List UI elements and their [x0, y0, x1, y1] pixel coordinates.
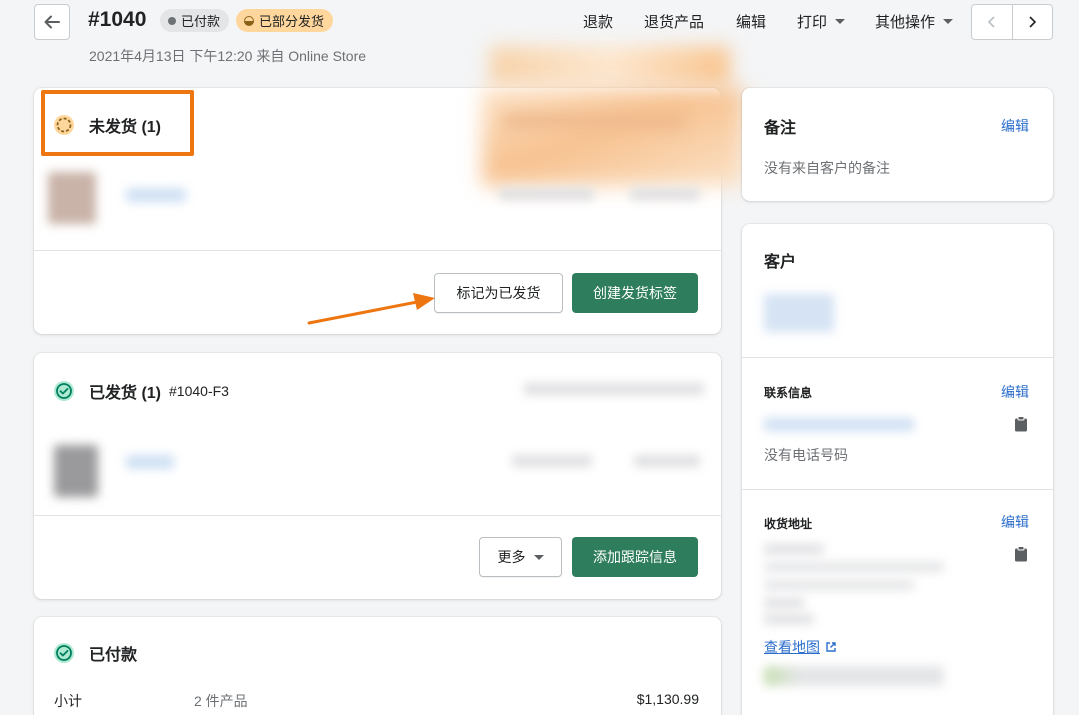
external-link-icon: [826, 642, 836, 652]
address-redacted: [764, 598, 804, 608]
refund-action[interactable]: 退款: [583, 11, 613, 32]
address-redacted: [764, 544, 824, 554]
product-price-redacted: [512, 455, 592, 467]
fulfilled-title: 已发货 (1) #1040-F3: [53, 379, 229, 403]
product-total-redacted: [634, 455, 700, 467]
address-redacted: [764, 562, 944, 572]
subtotal-amount: $1,130.99: [636, 691, 699, 707]
address-redacted: [764, 580, 914, 590]
fulfilled-title-label: 已发货 (1): [89, 385, 162, 402]
half-circle-icon: [244, 15, 254, 26]
next-order-button[interactable]: [1013, 5, 1053, 39]
print-action[interactable]: 打印: [797, 11, 846, 32]
subtotal-items: 2 件产品: [194, 693, 248, 709]
address-redacted: [524, 383, 704, 395]
product-name-redacted: [126, 455, 174, 469]
redacted-region: [482, 88, 744, 186]
product-name-redacted: [126, 188, 186, 202]
customer-name-redacted: [764, 294, 834, 332]
more-dropdown-button[interactable]: 更多: [479, 537, 562, 577]
order-title: #1040: [88, 8, 147, 31]
mark-as-fulfilled-button[interactable]: 标记为已发货: [434, 273, 563, 313]
edit-action[interactable]: 编辑: [736, 11, 766, 32]
back-button[interactable]: [34, 4, 70, 40]
address-edit-link[interactable]: 编辑: [1001, 512, 1029, 532]
create-shipping-label-button[interactable]: 创建发货标签: [572, 273, 698, 313]
paid-card: 已付款 小计 2 件产品 $1,130.99: [34, 617, 721, 715]
product-thumbnail: [48, 172, 96, 224]
paid-status-label: 已付款: [181, 14, 221, 29]
more-actions-label: 其他操作: [875, 14, 936, 31]
address-redacted: [764, 614, 814, 624]
card-divider: [34, 515, 721, 516]
redacted-region: [490, 46, 730, 86]
fulfillment-id: #1040-F3: [169, 383, 229, 399]
product-total-redacted: [630, 188, 700, 200]
card-divider: [742, 357, 1053, 358]
print-label: 打印: [797, 14, 828, 31]
partial-fulfillment-label: 已部分发货: [259, 14, 325, 29]
caret-down-icon: [533, 554, 544, 560]
annotation-arrow-icon: [307, 293, 435, 325]
chevron-left-icon: [987, 16, 995, 28]
caret-down-icon: [943, 19, 954, 24]
arrow-left-icon: [44, 15, 60, 29]
notes-empty-text: 没有来自客户的备注: [764, 160, 890, 176]
notes-title: 备注: [764, 120, 797, 137]
paid-status-badge: 已付款: [160, 9, 230, 32]
customer-title: 客户: [764, 254, 797, 271]
notes-edit-link[interactable]: 编辑: [1001, 116, 1029, 136]
map-badge-redacted: [764, 666, 944, 686]
more-label: 更多: [497, 549, 526, 565]
product-thumbnail: [54, 445, 98, 497]
contact-title: 联系信息: [764, 386, 813, 400]
contact-edit-link[interactable]: 编辑: [1001, 382, 1029, 402]
caret-down-icon: [835, 19, 846, 24]
view-map-link[interactable]: 查看地图: [764, 637, 837, 657]
redacted-region: [504, 114, 684, 128]
previous-order-button[interactable]: [972, 5, 1013, 39]
highlight-box: [41, 90, 194, 156]
order-date-source: 2021年4月13日 下午12:20 来自 Online Store: [89, 48, 367, 64]
chevron-right-icon: [1029, 16, 1037, 28]
order-pager: [971, 4, 1053, 40]
partial-fulfillment-badge: 已部分发货: [236, 9, 334, 32]
copy-icon[interactable]: [1014, 546, 1028, 562]
email-redacted: [764, 418, 914, 431]
paid-title: 已付款: [53, 641, 137, 665]
fulfilled-card: 已发货 (1) #1040-F3 更多 添加跟踪信息: [34, 353, 721, 599]
check-circle-icon: [54, 381, 74, 401]
dot-icon: [168, 16, 176, 25]
check-circle-icon: [54, 643, 74, 663]
product-price-redacted: [499, 188, 594, 200]
customer-card: 客户 联系信息 编辑 没有电话号码 收货地址 编辑 查看地图: [742, 224, 1053, 715]
shipping-address-title: 收货地址: [764, 517, 813, 531]
add-tracking-button[interactable]: 添加跟踪信息: [572, 537, 698, 577]
copy-icon[interactable]: [1014, 416, 1028, 432]
return-action[interactable]: 退货产品: [644, 11, 704, 32]
more-actions-menu[interactable]: 其他操作: [875, 11, 954, 32]
card-divider: [34, 250, 721, 251]
no-phone-text: 没有电话号码: [764, 447, 848, 463]
paid-title-label: 已付款: [89, 647, 138, 664]
view-map-label: 查看地图: [764, 639, 820, 655]
card-divider: [742, 489, 1053, 490]
subtotal-label: 小计: [54, 693, 82, 709]
notes-card: 备注 编辑 没有来自客户的备注: [742, 88, 1053, 201]
